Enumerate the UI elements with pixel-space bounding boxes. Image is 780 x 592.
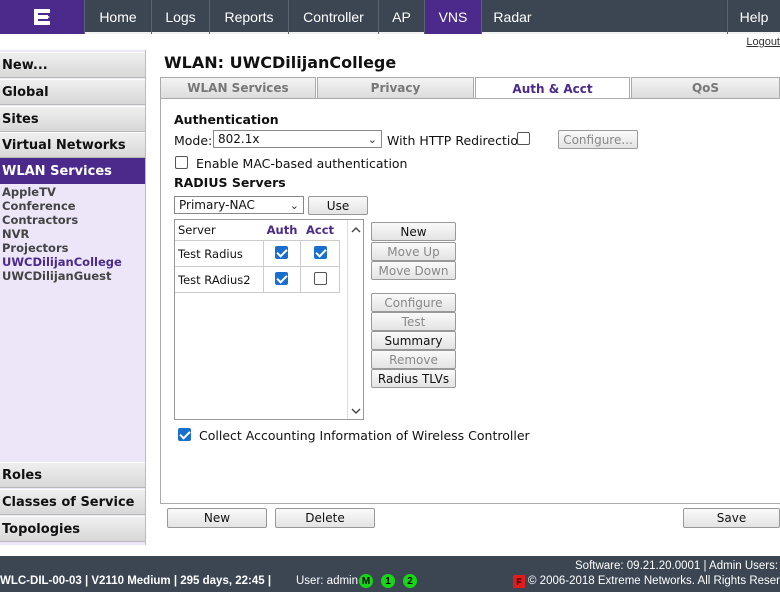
sidebar-item-wlan-services[interactable]: WLAN Services (0, 158, 145, 184)
nav-help[interactable]: Help (727, 0, 780, 34)
column-header-acct: Acct (305, 223, 335, 237)
configure-mode-button[interactable]: Configure... (558, 130, 638, 149)
move-up-button[interactable]: Move Up (371, 242, 456, 261)
mode-label: Mode: (174, 133, 213, 148)
tab-auth-acct[interactable]: Auth & Acct (475, 77, 630, 100)
alarm-icon[interactable]: F (513, 575, 525, 588)
save-button[interactable]: Save (683, 508, 780, 528)
nav-ap[interactable]: AP (378, 0, 424, 34)
nav-logs[interactable]: Logs (151, 0, 209, 34)
radius-server-select[interactable]: Primary-NAC ⌄ (174, 196, 304, 214)
nav-radar[interactable]: Radar (481, 0, 543, 34)
summary-button[interactable]: Summary (371, 331, 456, 350)
sidebar-item-global[interactable]: Global (0, 79, 145, 105)
tab-privacy[interactable]: Privacy (317, 77, 474, 99)
test-server-button[interactable]: Test (371, 312, 456, 331)
server-1-acct-checkbox[interactable] (314, 246, 327, 259)
table-row-server-name[interactable]: Test RAdius2 (178, 267, 264, 292)
sidebar-item-classes-of-service[interactable]: Classes of Service (0, 489, 145, 515)
nav-reports[interactable]: Reports (209, 0, 288, 34)
wlan-item[interactable]: AppleTV (2, 185, 56, 199)
status-badge-2[interactable]: 2 (403, 574, 417, 588)
top-nav: Home Logs Reports Controller AP VNS Rada… (0, 0, 780, 34)
authentication-heading: Authentication (174, 112, 279, 127)
mac-auth-label: Enable MAC-based authentication (196, 156, 408, 171)
tab-bar: WLAN Services Privacy Auth & Acct QoS (160, 77, 780, 100)
remove-server-button[interactable]: Remove (371, 350, 456, 369)
app-window: Home Logs Reports Controller AP VNS Rada… (0, 0, 780, 592)
status-bar: Software: 09.21.20.0001 | Admin Users: 2… (0, 556, 780, 592)
configure-server-button[interactable]: Configure (371, 293, 456, 312)
sidebar-item-virtual-networks[interactable]: Virtual Networks (0, 132, 145, 158)
nav-controller[interactable]: Controller (288, 0, 378, 34)
chevron-down-icon: ⌄ (289, 199, 299, 212)
radius-heading: RADIUS Servers (174, 175, 286, 190)
chevron-down-icon[interactable] (349, 405, 363, 417)
collect-accounting-label: Collect Accounting Information of Wirele… (199, 428, 530, 443)
radius-server-table: Server Auth Acct Test Radius Test RAdius… (174, 219, 364, 420)
table-scrollbar[interactable] (347, 220, 363, 419)
logout-link[interactable]: Logout (746, 36, 780, 48)
copyright: © 2006-2018 Extreme Networks. All Rights… (528, 575, 780, 587)
extreme-logo[interactable] (0, 0, 84, 34)
wlan-item-selected[interactable]: UWCDilijanCollege (2, 255, 122, 269)
extreme-logo-icon (34, 9, 50, 25)
http-redirect-label: With HTTP Redirection (387, 133, 526, 148)
sidebar-item-roles[interactable]: Roles (0, 462, 145, 488)
chevron-up-icon[interactable] (349, 224, 363, 236)
mac-auth-checkbox[interactable] (175, 156, 188, 169)
nav-home[interactable]: Home (84, 0, 151, 34)
page-title: WLAN: UWCDilijanCollege (164, 53, 397, 72)
radius-tlvs-button[interactable]: Radius TLVs (371, 369, 456, 388)
column-header-auth: Auth (266, 223, 298, 237)
column-header-server: Server (178, 223, 216, 237)
sidebar-item-sites[interactable]: Sites (0, 106, 145, 132)
radius-server-value: Primary-NAC (179, 198, 255, 212)
move-down-button[interactable]: Move Down (371, 261, 456, 280)
wlan-item[interactable]: Conference (2, 199, 76, 213)
server-2-auth-checkbox[interactable] (275, 272, 288, 285)
sidebar-item-topologies[interactable]: Topologies (0, 516, 145, 542)
status-badge-1[interactable]: 1 (381, 574, 395, 588)
controller-info: WLC-DIL-00-03 | V2110 Medium | 295 days,… (0, 575, 272, 587)
sidebar-item-new[interactable]: New... (0, 52, 145, 78)
wlan-item[interactable]: NVR (2, 227, 29, 241)
server-1-auth-checkbox[interactable] (275, 246, 288, 259)
tab-qos[interactable]: QoS (631, 77, 780, 99)
sidebar: New... Global Sites Virtual Networks WLA… (0, 50, 146, 545)
table-row-server-name[interactable]: Test Radius (178, 241, 264, 266)
http-redirect-checkbox[interactable] (517, 132, 530, 145)
wlan-item[interactable]: Contractors (2, 213, 78, 227)
software-version: Software: 09.21.20.0001 | Admin Users: 2 (575, 560, 780, 572)
nav-vns[interactable]: VNS (424, 0, 481, 34)
chevron-down-icon: ⌄ (367, 133, 377, 146)
mode-select[interactable]: 802.1x ⌄ (213, 130, 382, 148)
collect-accounting-checkbox[interactable] (178, 428, 191, 441)
server-2-acct-checkbox[interactable] (314, 272, 327, 285)
delete-wlan-button[interactable]: Delete (275, 508, 375, 528)
tab-wlan-services[interactable]: WLAN Services (160, 77, 316, 99)
mode-value: 802.1x (218, 132, 260, 146)
status-badge-m[interactable]: M (359, 574, 373, 588)
use-button[interactable]: Use (308, 196, 368, 215)
new-server-button[interactable]: New (371, 222, 456, 241)
wlan-item[interactable]: Projectors (2, 241, 68, 255)
current-user: User: admin (296, 575, 358, 587)
wlan-item[interactable]: UWCDilijanGuest (2, 269, 112, 283)
new-wlan-button[interactable]: New (167, 508, 267, 528)
